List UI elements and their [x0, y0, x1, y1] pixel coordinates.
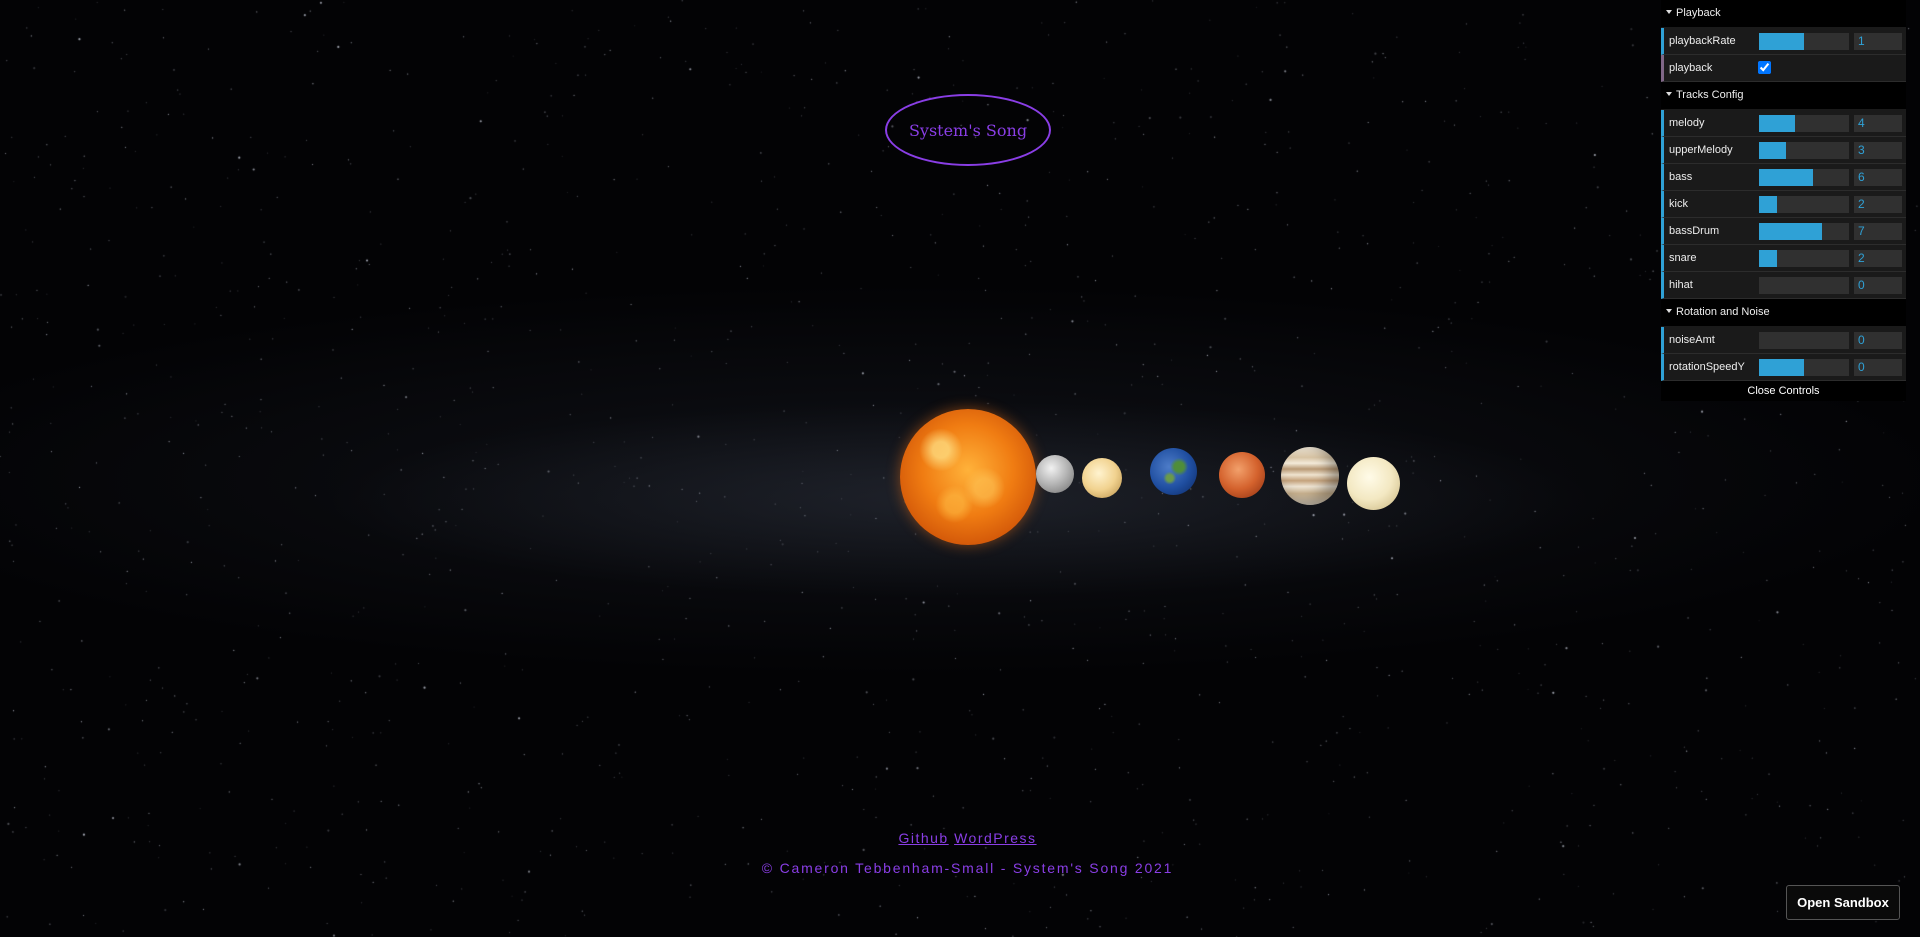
slider-fill [1759, 33, 1804, 50]
bassDrum-slider[interactable] [1759, 223, 1849, 240]
melody-input[interactable]: 4 [1854, 115, 1902, 132]
control-label: hihat [1669, 279, 1693, 291]
folder-rotation-noise: Rotation and Noise noiseAmt 0 rotationSp… [1661, 299, 1906, 381]
slider-fill [1759, 169, 1813, 186]
slider-fill [1759, 142, 1786, 159]
control-label: bass [1669, 171, 1693, 183]
rotationSpeedY-input[interactable]: 0 [1854, 359, 1902, 376]
control-label: melody [1669, 117, 1705, 129]
upperMelody-slider[interactable] [1759, 142, 1849, 159]
control-label: playbackRate [1669, 35, 1736, 47]
upperMelody-input[interactable]: 3 [1854, 142, 1902, 159]
control-noiseAmt: noiseAmt 0 [1661, 327, 1906, 354]
footer-links: Github WordPress [0, 830, 1920, 846]
earth-planet [1150, 448, 1197, 495]
site-title: System's Song [885, 94, 1051, 166]
sun-planet [900, 409, 1036, 545]
control-label: upperMelody [1669, 144, 1733, 156]
control-label: snare [1669, 252, 1697, 264]
mercury-planet [1036, 455, 1074, 493]
snare-input[interactable]: 2 [1854, 250, 1902, 267]
control-bass: bass 6 [1661, 164, 1906, 191]
kick-slider[interactable] [1759, 196, 1849, 213]
triangle-down-icon [1666, 92, 1672, 97]
control-playback: playback [1661, 55, 1906, 82]
hihat-input[interactable]: 0 [1854, 277, 1902, 294]
noiseAmt-slider[interactable] [1759, 332, 1849, 349]
controls-panel: Playback playbackRate 1 playback Tracks … [1661, 0, 1906, 401]
mars-planet [1219, 452, 1265, 498]
control-snare: snare 2 [1661, 245, 1906, 272]
control-kick: kick 2 [1661, 191, 1906, 218]
wordpress-link[interactable]: WordPress [954, 830, 1036, 846]
control-melody: melody 4 [1661, 110, 1906, 137]
folder-title-label: Tracks Config [1676, 89, 1744, 101]
control-label: noiseAmt [1669, 334, 1715, 346]
bassDrum-input[interactable]: 7 [1854, 223, 1902, 240]
folder-title-playback[interactable]: Playback [1661, 0, 1906, 28]
playbackRate-slider[interactable] [1759, 33, 1849, 50]
control-bassDrum: bassDrum 7 [1661, 218, 1906, 245]
slider-fill [1759, 115, 1795, 132]
kick-input[interactable]: 2 [1854, 196, 1902, 213]
snare-slider[interactable] [1759, 250, 1849, 267]
bass-input[interactable]: 6 [1854, 169, 1902, 186]
control-playbackRate: playbackRate 1 [1661, 28, 1906, 55]
github-link[interactable]: Github [898, 830, 948, 846]
triangle-down-icon [1666, 10, 1672, 15]
control-label: bassDrum [1669, 225, 1720, 237]
control-label: kick [1669, 198, 1688, 210]
control-label: playback [1669, 62, 1713, 74]
folder-title-rotation-noise[interactable]: Rotation and Noise [1661, 299, 1906, 327]
control-upperMelody: upperMelody 3 [1661, 137, 1906, 164]
control-hihat: hihat 0 [1661, 272, 1906, 299]
folder-title-label: Playback [1676, 7, 1721, 19]
folder-playback: Playback playbackRate 1 playback [1661, 0, 1906, 82]
triangle-down-icon [1666, 309, 1672, 314]
folder-tracks-config: Tracks Config melody 4 upperMelody 3 bas… [1661, 82, 1906, 299]
control-rotationSpeedY: rotationSpeedY 0 [1661, 354, 1906, 381]
folder-title-label: Rotation and Noise [1676, 306, 1770, 318]
folder-title-tracks-config[interactable]: Tracks Config [1661, 82, 1906, 110]
melody-slider[interactable] [1759, 115, 1849, 132]
saturn-planet [1347, 457, 1400, 510]
rotationSpeedY-slider[interactable] [1759, 359, 1849, 376]
hihat-slider[interactable] [1759, 277, 1849, 294]
noiseAmt-input[interactable]: 0 [1854, 332, 1902, 349]
copyright-text: © Cameron Tebbenham-Small - System's Son… [761, 860, 1174, 876]
control-label: rotationSpeedY [1669, 361, 1745, 373]
playbackRate-input[interactable]: 1 [1854, 33, 1902, 50]
slider-fill [1759, 359, 1804, 376]
venus-planet [1082, 458, 1122, 498]
bass-slider[interactable] [1759, 169, 1849, 186]
space-scene[interactable]: System's Song Github WordPress © Cameron… [0, 0, 1920, 937]
slider-fill [1759, 223, 1822, 240]
open-sandbox-button[interactable]: Open Sandbox [1786, 885, 1900, 920]
playback-checkbox[interactable] [1758, 61, 1771, 74]
jupiter-planet [1281, 447, 1339, 505]
close-controls-button[interactable]: Close Controls [1661, 381, 1906, 401]
slider-fill [1759, 250, 1777, 267]
slider-fill [1759, 196, 1777, 213]
